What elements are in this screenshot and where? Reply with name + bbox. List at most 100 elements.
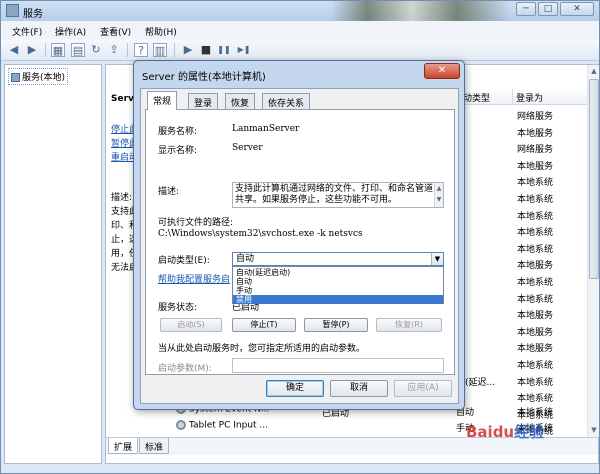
dialog-title: Server 的属性(本地计算机): [142, 72, 266, 83]
view-icon[interactable]: ▥: [153, 43, 167, 57]
forward-arrow-icon[interactable]: ▶: [25, 43, 39, 57]
tab-logon[interactable]: 登录: [188, 93, 219, 109]
ok-button[interactable]: 确定: [266, 380, 324, 397]
scroll-up-arrow-icon[interactable]: ▲: [589, 66, 599, 77]
menu-help[interactable]: 帮助(H): [145, 25, 177, 38]
row-logon-as: 本地系统: [517, 394, 554, 405]
dialog-body: 常规 登录 恢复 依存关系 服务名称: LanmanServer 显示名称: S…: [140, 88, 459, 404]
row-logon-as: 本地服务: [517, 261, 554, 272]
startup-type-value: 自动: [236, 254, 255, 264]
services-icon: [11, 73, 20, 82]
toolbar: ◀ ▶ ▦ ▤ ↻ ⇪ ? ▥ ▶ ■ ❚❚ ▶❚: [1, 39, 599, 61]
option-auto[interactable]: 自动: [233, 277, 443, 286]
start-params-input[interactable]: [232, 358, 444, 373]
option-disabled[interactable]: 禁用: [233, 295, 443, 304]
gear-icon: [176, 420, 186, 430]
exe-path-value: C:\Windows\system32\svchost.exe -k netsv…: [158, 229, 363, 239]
service-name-label: 服务名称:: [158, 127, 198, 137]
column-divider: [512, 89, 513, 105]
chevron-down-icon[interactable]: ▼: [431, 253, 443, 265]
baidu-watermark: Baidu经验: [466, 423, 545, 441]
column-logon-as[interactable]: 登录为: [516, 91, 543, 104]
service-status-label: 服务状态:: [158, 303, 198, 313]
console-tree-pane: 服务(本地): [4, 64, 102, 464]
tree-item-label: 服务(本地): [22, 73, 66, 83]
option-auto-delayed[interactable]: 自动(延迟启动): [233, 268, 443, 277]
close-button[interactable]: ✕: [560, 2, 594, 16]
start-params-hint: 当从此处启动服务时，您可指定所适用的启动参数。: [158, 344, 366, 354]
cancel-button[interactable]: 取消: [330, 380, 388, 397]
row-logon-as: 本地系统: [517, 377, 554, 388]
console-tree-icon[interactable]: ▦: [51, 43, 65, 57]
background-photo-strip: [331, 1, 511, 23]
restart-service-icon[interactable]: ▶❚: [237, 43, 251, 57]
services-app-icon: [6, 4, 19, 17]
menu-bar: 文件(F) 操作(A) 查看(V) 帮助(H): [1, 21, 599, 39]
scroll-down-arrow-icon[interactable]: ▼: [589, 425, 599, 436]
tab-general[interactable]: 常规: [147, 91, 178, 110]
apply-button[interactable]: 应用(A): [394, 380, 452, 397]
row-logon-as: 本地系统: [517, 278, 554, 288]
help-icon[interactable]: ?: [134, 43, 148, 57]
menu-file[interactable]: 文件(F): [12, 25, 42, 38]
description-line: 描述:: [111, 193, 133, 203]
row-logon-as: 网络服务: [517, 112, 554, 122]
dialog-close-button[interactable]: ✕: [424, 63, 460, 79]
row-logon-as: 本地系统: [517, 178, 554, 189]
tree-item-services-local[interactable]: 服务(本地): [8, 68, 69, 85]
stop-service-icon[interactable]: ■: [199, 43, 213, 57]
row-logon-as: 本地系统: [517, 294, 554, 305]
refresh-icon[interactable]: ↻: [89, 43, 103, 57]
option-manual[interactable]: 手动: [233, 286, 443, 295]
tab-standard[interactable]: 标准: [139, 438, 170, 454]
row-logon-as: 本地系统: [517, 211, 554, 222]
menu-view[interactable]: 查看(V): [100, 25, 131, 38]
pause-button[interactable]: 暂停(P): [304, 318, 368, 332]
startup-type-select[interactable]: 自动 ▼: [232, 252, 444, 266]
scrollbar-thumb[interactable]: [589, 79, 599, 279]
menu-action[interactable]: 操作(A): [55, 25, 86, 38]
toolbar-separator: [127, 43, 128, 57]
properties-icon[interactable]: ▤: [71, 43, 85, 57]
maximize-button[interactable]: □: [538, 2, 558, 16]
column-header: 启动类型 登录为: [446, 89, 598, 105]
tab-recovery[interactable]: 恢复: [225, 93, 256, 109]
pause-service-icon[interactable]: ❚❚: [217, 43, 231, 57]
display-name-value: Server: [232, 143, 263, 153]
back-arrow-icon[interactable]: ◀: [7, 43, 21, 57]
start-service-icon[interactable]: ▶: [181, 43, 195, 57]
general-tab-panel: 服务名称: LanmanServer 显示名称: Server 描述: 支持此计…: [145, 109, 455, 375]
service-name[interactable]: Tablet PC Input ...: [176, 420, 268, 431]
row-logon-as: 本地系统: [517, 195, 554, 205]
export-icon[interactable]: ⇪: [107, 43, 121, 57]
row-logon-as: 本地系统: [517, 228, 554, 239]
description-text: 支持此计算机通过网络的文件、打印、和命名管道共享。如果服务停止，这些功能不可用。: [235, 184, 434, 205]
description-scrollbar[interactable]: ▲ ▼: [434, 183, 443, 207]
minimize-button[interactable]: ─: [516, 2, 536, 16]
row-logon-as: 本地系统: [517, 408, 554, 418]
tab-dependencies[interactable]: 依存关系: [262, 93, 311, 109]
row-logon-as: 本地服务: [517, 161, 554, 172]
tab-extended[interactable]: 扩展: [108, 438, 139, 454]
display-name-label: 显示名称:: [158, 146, 198, 156]
startup-type-dropdown: 自动(延迟启动) 自动 手动 禁用: [232, 266, 444, 304]
toolbar-separator: [45, 43, 46, 57]
properties-dialog: Server 的属性(本地计算机) ✕ 常规 登录 恢复 依存关系 服务名称: …: [133, 60, 465, 410]
window-title: 服务: [23, 9, 43, 20]
stop-button[interactable]: 停止(T): [232, 318, 296, 332]
start-button[interactable]: 启动(S): [160, 318, 222, 332]
exe-path-label: 可执行文件的路径:: [158, 218, 234, 228]
row-logon-as: 本地系统: [517, 244, 554, 255]
row-logon-as: 网络服务: [517, 145, 554, 156]
description-label: 描述:: [158, 187, 180, 197]
start-params-label: 启动参数(M):: [158, 364, 212, 374]
toolbar-separator: [174, 43, 175, 57]
vertical-scrollbar[interactable]: ▲ ▼: [587, 65, 599, 437]
description-box[interactable]: 支持此计算机通过网络的文件、打印、和命名管道共享。如果服务停止，这些功能不可用。…: [232, 182, 444, 208]
row-logon-as: 本地服务: [517, 311, 554, 322]
row-logon-as: 本地服务: [517, 128, 554, 139]
service-name-value: LanmanServer: [232, 124, 300, 134]
title-bar: 服务 ─ □ ✕: [1, 1, 599, 23]
help-configure-link[interactable]: 帮助我配置服务启: [158, 272, 230, 285]
resume-button[interactable]: 恢复(R): [376, 318, 442, 332]
